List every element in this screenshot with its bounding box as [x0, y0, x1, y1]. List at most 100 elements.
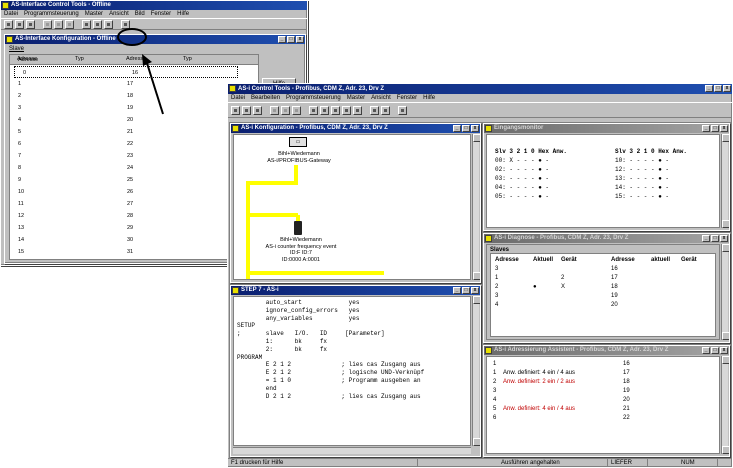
adressierung-row[interactable]: 6 22: [493, 414, 713, 423]
menu-programmsteuerung[interactable]: Programmsteuerung: [24, 10, 79, 18]
paste-icon[interactable]: [65, 19, 74, 29]
menu-datei[interactable]: Datei: [231, 94, 245, 102]
copy-icon[interactable]: [281, 105, 290, 115]
main-app-titlebar[interactable]: AS-i Control Tools - Profibus, CDM Z, Ad…: [228, 84, 732, 94]
maximize-icon[interactable]: □: [714, 85, 722, 92]
maximize-icon[interactable]: □: [711, 125, 719, 132]
slave-tab[interactable]: Slave: [9, 46, 24, 52]
copy-icon[interactable]: [54, 19, 63, 29]
help-context-icon[interactable]: [398, 105, 407, 115]
minimize-icon[interactable]: _: [702, 347, 710, 354]
menu-fenster[interactable]: Fenster: [397, 94, 417, 102]
close-icon[interactable]: x: [471, 287, 479, 294]
menu-master[interactable]: Master: [85, 10, 103, 18]
minimize-icon[interactable]: _: [453, 287, 461, 294]
grid-row[interactable]: 7 23: [10, 150, 258, 162]
menu-hilfe[interactable]: Hilfe: [177, 10, 189, 18]
grid-row[interactable]: 1 17: [10, 78, 258, 90]
diagnose-row[interactable]: 1 2 17: [495, 274, 711, 283]
offline-mode-icon[interactable]: [82, 19, 91, 29]
stop-icon[interactable]: [342, 105, 351, 115]
adressierung-row[interactable]: 2 Anw. definiert: 2 ein / 2 aus 18: [493, 378, 713, 387]
run-icon[interactable]: [331, 105, 340, 115]
diagnose-scrollbar[interactable]: [721, 244, 729, 340]
grid-row[interactable]: 6 22: [10, 138, 258, 150]
adressierung-row[interactable]: 4 20: [493, 396, 713, 405]
grid-row[interactable]: 8 24: [10, 162, 258, 174]
adressierung-row[interactable]: 3 19: [493, 387, 713, 396]
maximize-icon[interactable]: □: [711, 235, 719, 242]
save-icon[interactable]: [253, 105, 262, 115]
menu-hilfe[interactable]: Hilfe: [423, 94, 435, 102]
online-mode-icon[interactable]: [381, 105, 390, 115]
maximize-icon[interactable]: □: [462, 125, 470, 132]
offline-app-titlebar[interactable]: AS-Interface Control Tools - Offline: [1, 1, 307, 10]
grid-row[interactable]: 9 25: [10, 174, 258, 186]
step-icon[interactable]: [309, 105, 318, 115]
close-icon[interactable]: x: [720, 235, 728, 242]
grid-row[interactable]: 5 21: [10, 126, 258, 138]
diagnose-row[interactable]: 2 ● X 18: [495, 283, 711, 292]
adressierung-scrollbar[interactable]: [721, 356, 729, 454]
maximize-icon[interactable]: □: [462, 287, 470, 294]
editor-hscrollbar[interactable]: [233, 447, 471, 454]
grid-row[interactable]: 2 18: [10, 90, 258, 102]
minimize-icon[interactable]: _: [278, 36, 286, 43]
pause-icon[interactable]: [353, 105, 362, 115]
maximize-icon[interactable]: □: [711, 347, 719, 354]
grid-row[interactable]: 11 27: [10, 198, 258, 210]
diagnose-row[interactable]: 4 20: [495, 301, 711, 310]
grid-row[interactable]: 14 30: [10, 234, 258, 246]
grid-row[interactable]: 0 16: [14, 66, 238, 78]
adressierung-row[interactable]: 1 16: [493, 360, 713, 369]
close-icon[interactable]: x: [296, 36, 304, 43]
open-file-icon[interactable]: [15, 19, 24, 29]
save-icon[interactable]: [26, 19, 35, 29]
close-icon[interactable]: x: [720, 347, 728, 354]
grid-row[interactable]: 12 28: [10, 210, 258, 222]
grid-row[interactable]: 13 29: [10, 222, 258, 234]
offline-mode-icon[interactable]: [370, 105, 379, 115]
paste-icon[interactable]: [292, 105, 301, 115]
online-mode-icon[interactable]: [93, 19, 102, 29]
new-file-icon[interactable]: [4, 19, 13, 29]
grid-row[interactable]: 3 19: [10, 102, 258, 114]
close-icon[interactable]: x: [723, 85, 731, 92]
eingangsmonitor-titlebar[interactable]: Eingangsmonitor _ □ x: [484, 124, 729, 133]
step-over-icon[interactable]: [320, 105, 329, 115]
window-icon[interactable]: [104, 19, 113, 29]
editor-titlebar[interactable]: STEP 7 - AS-i _ □ x: [231, 286, 480, 295]
minimize-icon[interactable]: _: [702, 125, 710, 132]
cut-icon[interactable]: [43, 19, 52, 29]
open-file-icon[interactable]: [242, 105, 251, 115]
menu-master[interactable]: Master: [347, 94, 365, 102]
diagnose-row[interactable]: 3 19: [495, 292, 711, 301]
menu-bearbeiten[interactable]: Bearbeiten: [251, 94, 280, 102]
maximize-icon[interactable]: □: [287, 36, 295, 43]
cut-icon[interactable]: [270, 105, 279, 115]
editor-vscrollbar[interactable]: [472, 296, 480, 446]
editor-text-area[interactable]: auto_start yes ignore_config_errors yes …: [233, 296, 471, 446]
minimize-icon[interactable]: _: [453, 125, 461, 132]
konfiguration-titlebar[interactable]: AS-i Konfiguration - Profibus, CDM Z, Ad…: [231, 124, 480, 133]
menu-ansicht[interactable]: Ansicht: [371, 94, 391, 102]
grid-row[interactable]: 4 20: [10, 114, 258, 126]
minimize-icon[interactable]: _: [705, 85, 713, 92]
menu-ansicht[interactable]: Ansicht: [109, 10, 129, 18]
close-icon[interactable]: x: [471, 125, 479, 132]
menu-fenster[interactable]: Fenster: [151, 10, 171, 18]
grid-row[interactable]: 15 31: [10, 246, 258, 258]
menu-programmsteuerung[interactable]: Programmsteuerung: [286, 94, 341, 102]
adressierung-row[interactable]: 1 Anw. definiert: 4 ein / 4 aus 17: [493, 369, 713, 378]
adressierung-titlebar[interactable]: AS-i Adressierung Assistent - Profibus, …: [484, 346, 729, 355]
adressierung-row[interactable]: 5 Anw. definiert: 4 ein / 4 aus 21: [493, 405, 713, 414]
diagnose-row[interactable]: 3 16: [495, 265, 711, 274]
eingangsmonitor-scrollbar[interactable]: [721, 134, 729, 228]
new-file-icon[interactable]: [231, 105, 240, 115]
konfiguration-scrollbar[interactable]: [472, 134, 480, 280]
menu-datei[interactable]: Datei: [4, 10, 18, 18]
master-module-icon[interactable]: ▭: [289, 137, 307, 147]
grid-row[interactable]: 10 26: [10, 186, 258, 198]
diagnose-titlebar[interactable]: AS-i Diagnose - Profibus, CDM Z, Adr. 23…: [484, 234, 729, 243]
menu-bild[interactable]: Bild: [135, 10, 145, 18]
